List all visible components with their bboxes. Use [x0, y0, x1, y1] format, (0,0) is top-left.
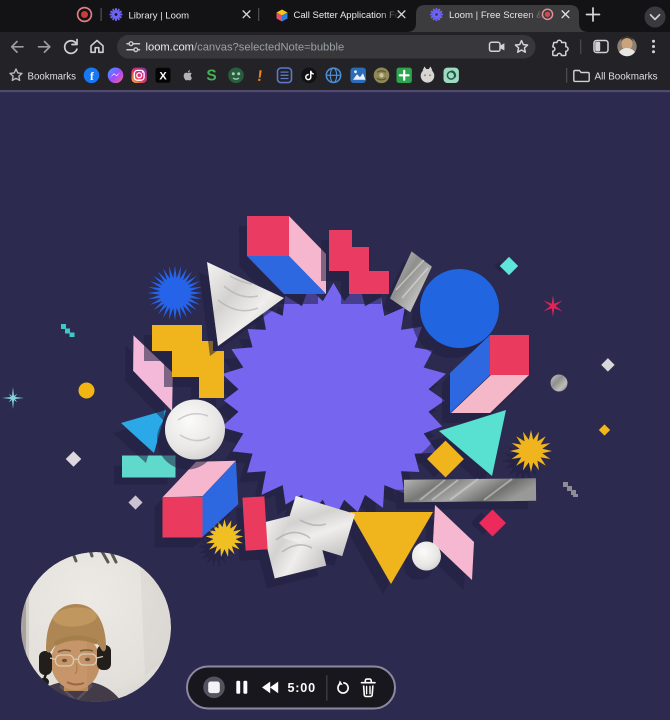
svg-text:Bookmarks: Bookmarks	[28, 71, 77, 82]
svg-text:f: f	[90, 71, 94, 83]
svg-text:Library | Loom: Library | Loom	[129, 10, 190, 21]
svg-text:X: X	[159, 71, 167, 83]
svg-text:loom.com/canvas?selectedNote=b: loom.com/canvas?selectedNote=bubble	[146, 42, 345, 54]
svg-text:5:00: 5:00	[288, 681, 316, 695]
svg-text:Call Setter Application Fo: Call Setter Application Fo	[294, 10, 401, 21]
svg-text:S: S	[206, 68, 216, 85]
svg-text:All Bookmarks: All Bookmarks	[595, 71, 658, 82]
svg-text:Loom | Free Screen &: Loom | Free Screen &	[449, 10, 543, 21]
